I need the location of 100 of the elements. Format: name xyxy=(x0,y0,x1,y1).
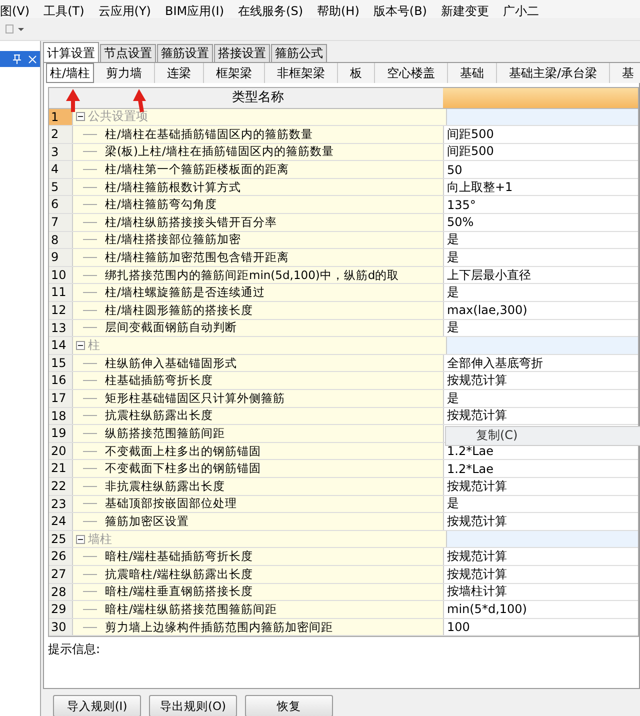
row-number: 20 xyxy=(49,442,73,460)
menu-item[interactable]: 云应用(Y) xyxy=(98,4,151,18)
close-icon[interactable] xyxy=(28,54,37,64)
pin-icon[interactable] xyxy=(12,54,22,64)
table-cell: 1.2*Lae xyxy=(447,444,494,458)
row-number: 8 xyxy=(49,232,73,248)
tab[interactable]: 空心楼盖 xyxy=(375,63,448,84)
tab[interactable]: 基础主梁/承台梁 xyxy=(497,63,610,84)
table-cell: max(lae,300) xyxy=(447,303,528,318)
annotation-arrow xyxy=(66,89,80,112)
row-number: 7 xyxy=(49,214,73,231)
tab[interactable]: 连梁 xyxy=(155,63,204,84)
column-header: 类型名称 xyxy=(232,90,284,104)
table-cell: 是 xyxy=(447,249,459,266)
tab[interactable]: 柱/墙柱 xyxy=(46,63,94,84)
collapse-icon[interactable] xyxy=(76,341,85,350)
menu-item[interactable]: 广小二 xyxy=(503,4,539,18)
menu-item[interactable]: 版本号(B) xyxy=(373,4,427,18)
table-cell: 柱/墙柱圆形箍筋的搭接长度 xyxy=(105,302,253,318)
table-cell: 抗震柱纵筋露出长度 xyxy=(105,408,213,424)
menu-item[interactable]: BIM应用(I) xyxy=(164,4,224,18)
table-cell: 柱/墙柱箍筋弯勾角度 xyxy=(105,197,217,212)
menu-item[interactable]: 新建变更 xyxy=(441,4,489,18)
tab[interactable]: 板 xyxy=(338,63,376,84)
menu-item[interactable]: 复制(C) xyxy=(476,427,518,444)
tab[interactable]: 箍筋公式 xyxy=(271,44,327,62)
table-cell: 柱/墙柱箍筋根数计算方式 xyxy=(105,180,241,195)
table-cell: 是 xyxy=(447,231,459,248)
row-number: 1 xyxy=(49,108,73,126)
row-number: 24 xyxy=(49,513,73,530)
table-cell: 50% xyxy=(447,215,474,230)
table-cell: 柱基础插筋弯折长度 xyxy=(105,373,213,388)
table-cell: 纵筋搭接范围箍筋间距 xyxy=(105,426,225,441)
table-cell: 是 xyxy=(447,495,459,512)
table-cell: 不变截面上柱多出的钢筋锚固 xyxy=(105,444,261,459)
table-cell: 基础顶部按嵌固部位处理 xyxy=(105,496,237,512)
menu-item[interactable]: 在线服务(S) xyxy=(238,4,303,18)
table-cell: 50 xyxy=(447,162,462,177)
tab[interactable]: 框架梁 xyxy=(204,63,266,84)
dropdown-arrow-icon[interactable] xyxy=(4,23,26,35)
table-cell: 暗柱/端柱基础插筋弯折长度 xyxy=(105,549,253,564)
tab[interactable]: 搭接设置 xyxy=(214,44,270,62)
table-cell: 按规范计算 xyxy=(447,407,507,424)
button[interactable]: 导出规则(O) xyxy=(149,695,237,716)
group-label: 公共设置项 xyxy=(88,108,148,126)
menu-item[interactable]: 图(V) xyxy=(0,4,30,18)
tab[interactable]: 非框架梁 xyxy=(265,63,338,84)
table-cell: 按规范计算 xyxy=(447,478,507,495)
table-cell: 间距500 xyxy=(447,126,494,143)
tab[interactable]: 箍筋设置 xyxy=(157,44,213,62)
table-cell: 暗柱/端柱垂直钢筋搭接长度 xyxy=(105,584,253,600)
table-cell: 按规范计算 xyxy=(447,512,507,530)
table-cell: 全部伸入基底弯折 xyxy=(447,354,543,372)
row-number: 3 xyxy=(49,144,73,160)
table-cell: 层间变截面钢筋自动判断 xyxy=(105,320,237,336)
table-cell: 绑扎搭接范围内的箍筋间距min(5d,100)中，纵筋d的取 xyxy=(105,268,400,283)
table-cell: min(5*d,100) xyxy=(447,602,527,616)
table-cell: 梁(板)上柱/墙柱在插筋锚固区内的箍筋数量 xyxy=(105,144,334,160)
table-cell: 按规范计算 xyxy=(447,372,507,390)
tab[interactable]: 节点设置 xyxy=(100,44,156,62)
row-number: 15 xyxy=(49,354,73,372)
row-number: 21 xyxy=(49,460,73,477)
group-label: 柱 xyxy=(88,337,100,354)
table-cell: 135° xyxy=(447,198,476,212)
button[interactable]: 恢复 xyxy=(245,695,333,716)
table-cell: 间距500 xyxy=(447,143,494,160)
table-cell: 柱/墙柱纵筋搭接接头错开百分率 xyxy=(105,214,277,230)
hint-label: 提示信息: xyxy=(48,642,100,656)
table-cell: 柱/墙柱在基础插筋锚固区内的箍筋数量 xyxy=(105,126,313,142)
table-cell: 按规范计算 xyxy=(447,548,507,566)
row-number: 27 xyxy=(49,566,73,583)
tab[interactable]: 基 xyxy=(610,63,640,84)
row-number: 14 xyxy=(49,337,73,354)
row-number: 9 xyxy=(49,249,73,266)
tab[interactable]: 基础 xyxy=(448,63,498,84)
row-number: 26 xyxy=(49,548,73,565)
table-cell: 上下层最小直径 xyxy=(447,266,531,284)
button[interactable]: 导入规则(I) xyxy=(53,695,141,716)
menu-item[interactable]: 帮助(H) xyxy=(317,4,360,18)
tab[interactable]: 计算设置 xyxy=(43,42,99,62)
table-cell: 柱/墙柱搭接部位箍筋加密 xyxy=(105,232,241,248)
table-cell: 柱/墙柱第一个箍筋距楼板面的距离 xyxy=(105,162,289,178)
table-cell: 暗柱/端柱纵筋搭接范围箍筋间距 xyxy=(105,602,277,617)
menu-item[interactable]: 工具(T) xyxy=(44,4,84,18)
table-cell: 箍筋加密区设置 xyxy=(105,514,189,529)
row-number: 12 xyxy=(49,302,73,319)
collapse-icon[interactable] xyxy=(76,534,85,544)
collapse-icon[interactable] xyxy=(76,112,85,122)
table-cell: 1.2*Lae xyxy=(447,462,494,476)
row-number: 28 xyxy=(49,584,73,600)
table-cell: 不变截面下柱多出的钢筋锚固 xyxy=(105,461,261,476)
row-number: 25 xyxy=(49,530,73,548)
row-number: 29 xyxy=(49,601,73,618)
group-label: 墙柱 xyxy=(88,530,112,548)
row-number: 10 xyxy=(49,266,73,284)
tab[interactable]: 剪力墙 xyxy=(94,63,156,84)
row-number: 16 xyxy=(49,372,73,389)
table-cell: 是 xyxy=(447,390,459,407)
row-number: 4 xyxy=(49,161,73,178)
table-cell: 剪力墙上边缘构件插筋范围内箍筋加密间距 xyxy=(105,620,333,635)
